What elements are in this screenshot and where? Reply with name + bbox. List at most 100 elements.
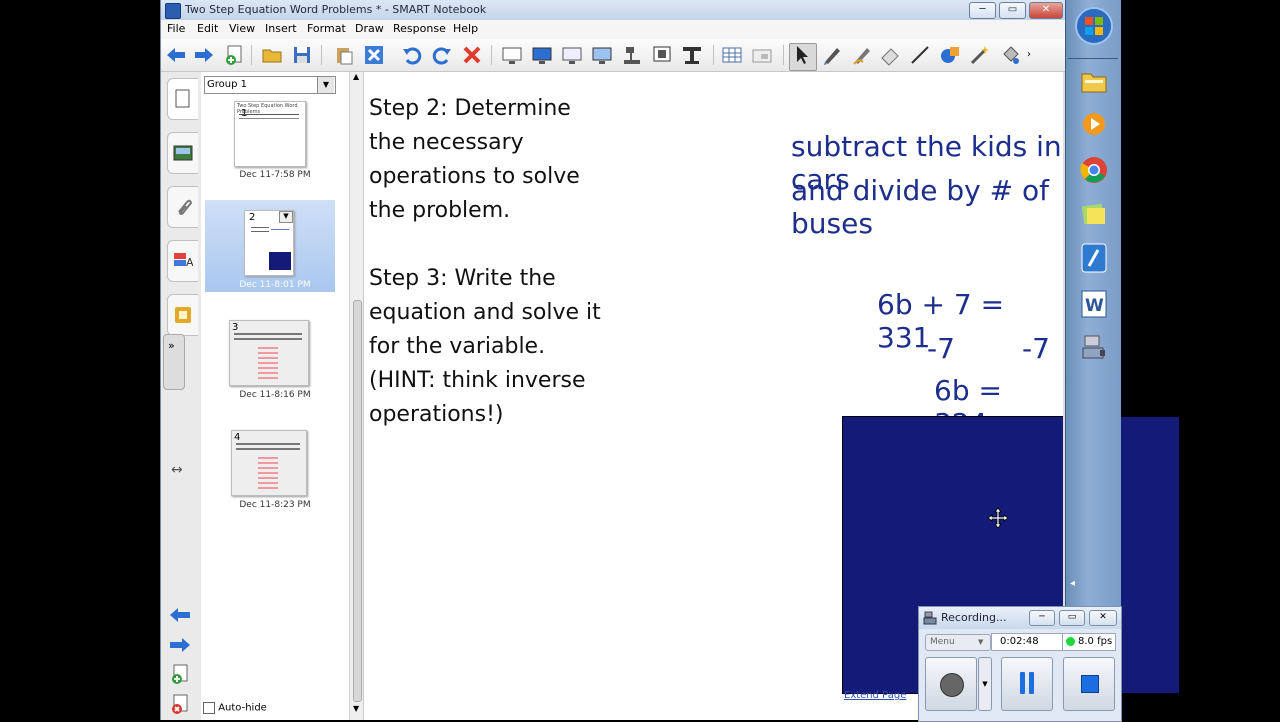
extend-page-link[interactable]: Extend Page: [844, 690, 906, 701]
sorter-scrollbar[interactable]: ▲ ▼: [349, 72, 364, 720]
paste-icon[interactable]: [333, 44, 355, 66]
stop-icon: [1081, 675, 1099, 693]
page-menu-chevron-icon[interactable]: ▼: [279, 211, 293, 223]
menu-help[interactable]: Help: [453, 22, 478, 35]
recorder-status: Recording...: [941, 611, 1007, 624]
side-tabs: A » ↔: [161, 72, 202, 720]
step3-text[interactable]: Step 3: Write the equation and solve it …: [369, 262, 601, 432]
word-icon[interactable]: W: [1076, 286, 1112, 322]
auto-hide-checkbox[interactable]: [203, 702, 215, 714]
transparent-background-icon[interactable]: [561, 44, 583, 66]
add-page-green-icon[interactable]: [169, 664, 191, 686]
thumb-pink-lines: [258, 347, 278, 379]
back-arrow-icon[interactable]: [165, 44, 187, 66]
scroll-down-arrow-icon[interactable]: ▼: [353, 704, 359, 713]
scrollbar-thumb[interactable]: [353, 300, 362, 702]
stop-button[interactable]: [1063, 657, 1115, 711]
tab-addons[interactable]: [167, 294, 198, 336]
creative-pen-icon[interactable]: [851, 44, 873, 66]
windows-start-icon[interactable]: [1074, 6, 1114, 46]
recorder-minimize-button[interactable]: ─: [1029, 610, 1055, 626]
auto-hide-control[interactable]: Auto-hide: [203, 702, 267, 714]
screen-shade-icon[interactable]: [501, 44, 523, 66]
sticky-notes-icon[interactable]: [1076, 196, 1112, 232]
step2-text[interactable]: Step 2: Determine the necessary operatio…: [369, 92, 580, 228]
sidebar-dock-handle[interactable]: »: [163, 334, 185, 390]
menu-response[interactable]: Response: [393, 22, 446, 35]
document-camera-icon[interactable]: [621, 44, 643, 66]
group-select[interactable]: Group 1 ▼: [204, 76, 336, 94]
shapes-icon[interactable]: [939, 44, 961, 66]
addons-icon: [175, 307, 191, 323]
screen-capture-icon[interactable]: [681, 44, 703, 66]
response-icon[interactable]: [751, 44, 773, 66]
add-page-icon[interactable]: [223, 44, 245, 66]
equation-subtract-left[interactable]: -7: [927, 332, 955, 365]
menu-edit[interactable]: Edit: [197, 22, 218, 35]
resize-horizontal-icon[interactable]: ↔: [171, 462, 183, 478]
thumb-line: [236, 443, 300, 445]
menu-draw[interactable]: Draw: [355, 22, 384, 35]
chrome-icon[interactable]: [1076, 152, 1112, 188]
handwritten-note-line2[interactable]: and divide by # of buses: [791, 174, 1064, 240]
explorer-folder-icon[interactable]: [1076, 64, 1112, 100]
tab-properties[interactable]: A: [167, 240, 198, 282]
capture-icon[interactable]: [651, 44, 673, 66]
select-arrow-icon[interactable]: [791, 44, 813, 66]
media-player-icon[interactable]: [1076, 106, 1112, 142]
record-button[interactable]: [925, 657, 977, 711]
record-options-chevron-icon[interactable]: ▼: [978, 657, 992, 711]
line-icon[interactable]: [909, 44, 931, 66]
magic-pen-icon[interactable]: [969, 44, 991, 66]
fill-icon[interactable]: [999, 44, 1021, 66]
smart-notebook-taskbar-icon[interactable]: [1076, 240, 1112, 276]
pause-button[interactable]: [1001, 657, 1053, 711]
menu-format[interactable]: Format: [307, 22, 346, 35]
next-page-arrow-icon[interactable]: [169, 636, 191, 654]
page-number: 3: [232, 322, 239, 333]
recorder-menu-dropdown[interactable]: Menu ▼: [925, 634, 991, 651]
redo-icon[interactable]: [431, 44, 453, 66]
page-thumbnail-2[interactable]: 2 ▼: [244, 210, 294, 276]
pen-icon[interactable]: [821, 44, 843, 66]
menu-file[interactable]: File: [167, 22, 185, 35]
taskbar-collapse-chevron-icon[interactable]: ◂: [1070, 578, 1075, 589]
previous-page-arrow-icon[interactable]: [169, 606, 191, 624]
more-tools-chevron-icon[interactable]: ›: [1027, 49, 1031, 60]
tab-gallery[interactable]: [167, 132, 198, 174]
tab-page-sorter[interactable]: [167, 78, 198, 120]
save-icon[interactable]: [291, 44, 313, 66]
step2-line: Step 2: Determine: [369, 96, 571, 121]
undo-icon[interactable]: [401, 44, 423, 66]
menu-insert[interactable]: Insert: [265, 22, 297, 35]
table-icon[interactable]: [721, 44, 743, 66]
full-screen-icon[interactable]: [531, 44, 553, 66]
eraser-icon[interactable]: [879, 44, 901, 66]
forward-arrow-icon[interactable]: [193, 44, 215, 66]
step2-line: operations to solve: [369, 164, 580, 189]
open-folder-icon[interactable]: [261, 44, 283, 66]
maximize-button[interactable]: ▭: [999, 2, 1026, 19]
page-thumbnail-3[interactable]: 3: [229, 320, 309, 386]
delete-red-x-icon[interactable]: [461, 44, 483, 66]
chevron-down-icon: ▼: [978, 638, 984, 646]
recorder-close-button[interactable]: ✕: [1089, 610, 1117, 626]
page-thumbnail-4[interactable]: 4: [231, 430, 307, 496]
page-thumbnail-1[interactable]: Two Step Equation Word Problems 1: [234, 101, 306, 167]
toolbar-separator: [491, 45, 492, 65]
display-settings-icon[interactable]: [591, 44, 613, 66]
menu-view[interactable]: View: [229, 22, 255, 35]
equation-subtract-right[interactable]: -7: [1022, 332, 1050, 365]
delete-icon[interactable]: [363, 44, 385, 66]
recorder-maximize-button[interactable]: ▭: [1059, 610, 1085, 626]
tab-attachments[interactable]: [167, 186, 198, 228]
minimize-button[interactable]: ─: [969, 2, 996, 19]
chevron-down-icon: ▼: [317, 77, 334, 93]
toolbar-separator: [783, 45, 784, 65]
recorder-camera-icon[interactable]: [1076, 330, 1112, 366]
svg-text:W: W: [1085, 296, 1104, 316]
scroll-up-arrow-icon[interactable]: ▲: [353, 72, 359, 81]
thumb-pink-lines: [258, 457, 278, 489]
close-button[interactable]: ✕: [1029, 2, 1063, 19]
delete-page-red-icon[interactable]: [169, 694, 191, 716]
